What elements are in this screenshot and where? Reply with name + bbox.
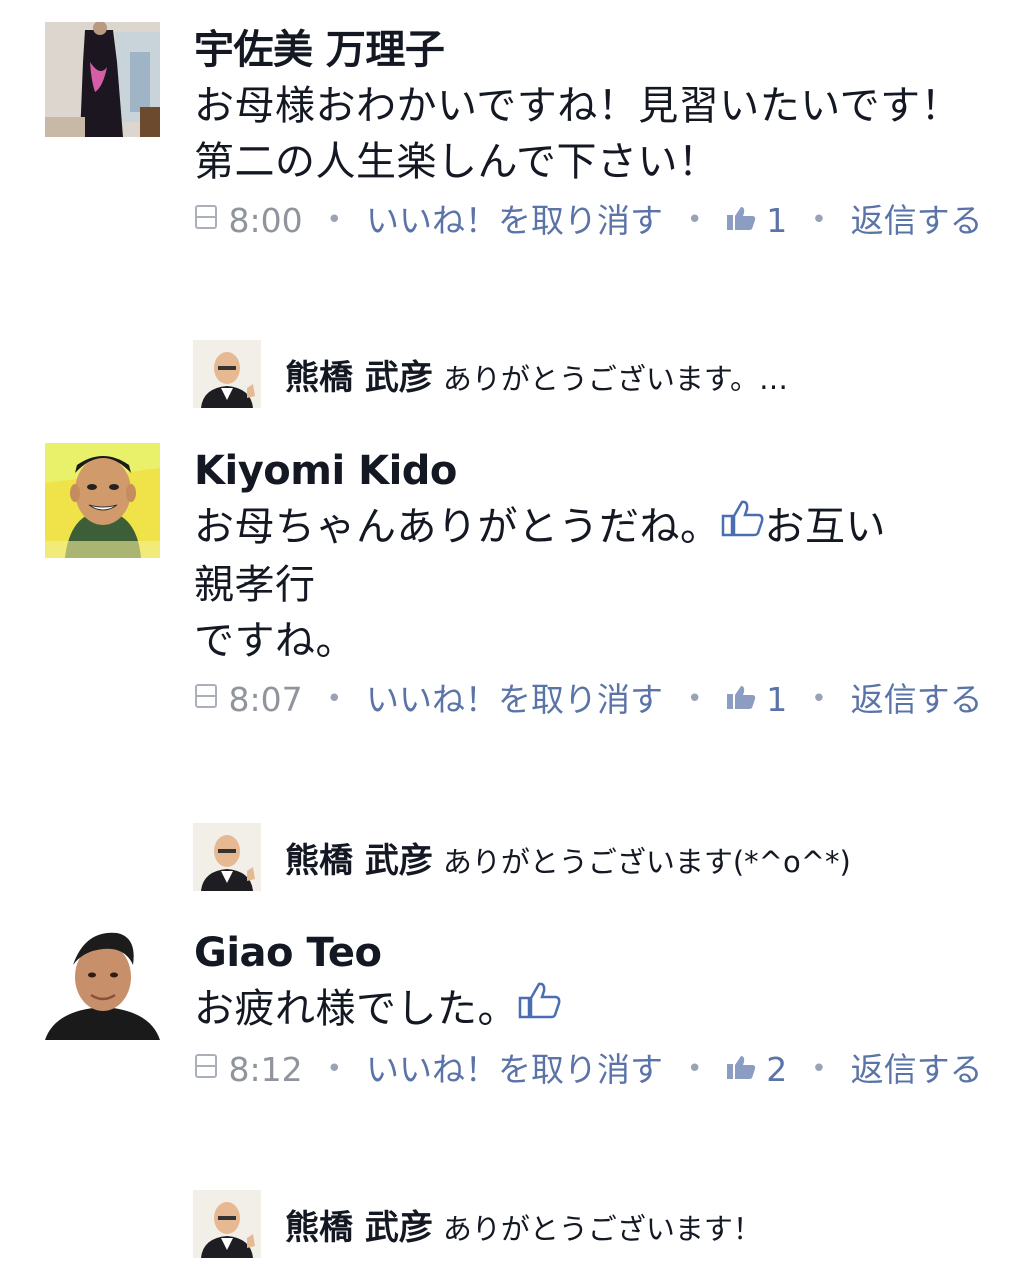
comment-author[interactable]: 宇佐美 万理子 xyxy=(194,22,984,78)
separator-dot: • xyxy=(811,684,827,714)
avatar-image xyxy=(45,443,160,558)
avatar-image xyxy=(193,823,261,891)
reply-text: ありがとうございます(*^o^*) xyxy=(442,845,851,879)
avatar[interactable] xyxy=(45,443,160,558)
reply-author[interactable]: 熊橋 武彦 xyxy=(285,1208,433,1248)
avatar-image xyxy=(193,1190,261,1258)
comment-time: 8:07 xyxy=(228,680,303,719)
thumbs-up-outline-icon xyxy=(721,497,765,553)
like-count[interactable]: 2 xyxy=(766,1050,787,1089)
separator-dot: • xyxy=(326,684,342,714)
reply-text: ありがとうございます。… xyxy=(442,362,788,396)
avatar-image xyxy=(45,22,160,137)
comment-text-part: お母ちゃんありがとうだね。 xyxy=(194,504,721,550)
thumbs-up-outline-icon xyxy=(518,979,562,1035)
reply-line: 熊橋 武彦 ありがとうございます！ xyxy=(285,1200,762,1249)
reply-preview[interactable]: 熊橋 武彦 ありがとうございます！ xyxy=(193,1190,993,1260)
thumbs-up-icon xyxy=(726,1048,756,1090)
like-count[interactable]: 1 xyxy=(766,680,787,719)
comment-text: お母様おわかいですね！見習いたいです！第二の人生楽しんで下さい！ xyxy=(194,83,962,185)
reply-preview[interactable]: 熊橋 武彦 ありがとうございます。… xyxy=(193,340,993,410)
avatar-image xyxy=(193,340,261,408)
unlike-link[interactable]: いいね！を取り消す xyxy=(366,1050,663,1089)
comment-text-part: お疲れ様でした。 xyxy=(194,986,518,1032)
separator-dot: • xyxy=(686,205,703,235)
comment-text: お疲れ様でした。 xyxy=(194,981,984,1039)
unlike-link[interactable]: いいね！を取り消す xyxy=(366,680,663,719)
reply-author[interactable]: 熊橋 武彦 xyxy=(285,841,433,881)
avatar[interactable] xyxy=(193,1190,261,1258)
comment-meta: 8:00 • いいね！を取り消す • 1 • 返信する xyxy=(194,200,984,245)
comment-meta: 8:07 • いいね！を取り消す • 1 • 返信する xyxy=(194,679,984,724)
thumbs-up-icon xyxy=(726,678,756,720)
reply-preview[interactable]: 熊橋 武彦 ありがとうございます(*^o^*) xyxy=(193,823,993,893)
separator-dot: • xyxy=(811,1054,827,1084)
comment-body: 宇佐美 万理子 お母様おわかいですね！見習いたいです！第二の人生楽しんで下さい！… xyxy=(194,22,984,245)
comment-time: 8:12 xyxy=(228,1050,303,1089)
reply-link[interactable]: 返信する xyxy=(851,201,983,240)
comment-body: Kiyomi Kido お母ちゃんありがとうだね。 お互い 親孝行 ですね。 8:… xyxy=(194,443,984,724)
reply-link[interactable]: 返信する xyxy=(851,680,983,719)
separator-dot: • xyxy=(811,205,827,235)
comment-author[interactable]: Giao Teo xyxy=(194,925,984,981)
unlike-link[interactable]: いいね！を取り消す xyxy=(366,201,663,240)
avatar[interactable] xyxy=(193,823,261,891)
avatar-image xyxy=(45,925,160,1040)
separator-dot: • xyxy=(326,205,342,235)
comment-time: 8:00 xyxy=(228,201,303,240)
clock-icon xyxy=(194,1048,218,1090)
reply-author[interactable]: 熊橋 武彦 xyxy=(285,358,433,398)
comment-author[interactable]: Kiyomi Kido xyxy=(194,443,984,499)
reply-line: 熊橋 武彦 ありがとうございます(*^o^*) xyxy=(285,833,851,882)
reply-line: 熊橋 武彦 ありがとうございます。… xyxy=(285,350,788,399)
comment-text: お母ちゃんありがとうだね。 お互い 親孝行 ですね。 xyxy=(194,499,984,669)
separator-dot: • xyxy=(686,684,703,714)
separator-dot: • xyxy=(686,1054,703,1084)
clock-icon xyxy=(194,199,218,241)
avatar[interactable] xyxy=(45,925,160,1040)
separator-dot: • xyxy=(326,1054,342,1084)
comment-body: Giao Teo お疲れ様でした。 8:12 • いいね！を取り消す • 2 • 返信する xyxy=(194,925,984,1094)
avatar[interactable] xyxy=(45,22,160,137)
like-count[interactable]: 1 xyxy=(766,201,787,240)
clock-icon xyxy=(194,678,218,720)
thumbs-up-icon xyxy=(726,199,756,241)
reply-text: ありがとうございます！ xyxy=(442,1212,762,1246)
avatar[interactable] xyxy=(193,340,261,408)
comment-meta: 8:12 • いいね！を取り消す • 2 • 返信する xyxy=(194,1049,984,1094)
reply-link[interactable]: 返信する xyxy=(851,1050,983,1089)
